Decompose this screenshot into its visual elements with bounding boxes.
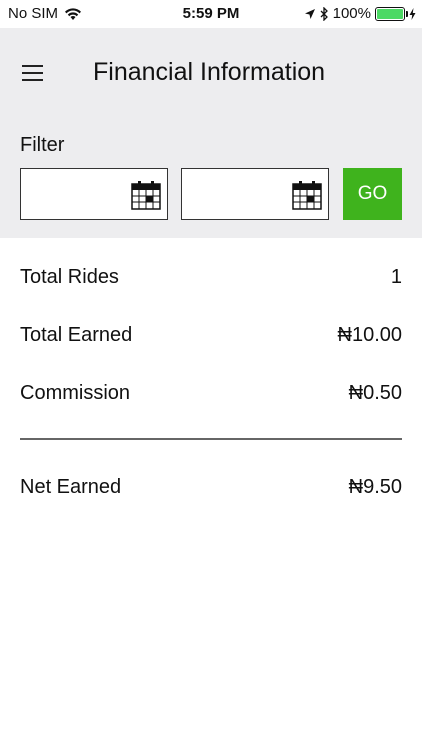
divider	[20, 438, 402, 440]
battery-percent: 100%	[332, 5, 371, 22]
net-value: ₦9.50	[348, 476, 402, 498]
to-date-input[interactable]	[186, 173, 290, 217]
bluetooth-icon	[320, 6, 328, 21]
summary-row-total-rides: Total Rides 1	[20, 238, 402, 296]
calendar-icon[interactable]	[131, 180, 161, 210]
summary-row-commission: Commission ₦0.50	[20, 354, 402, 412]
row-value: 1	[390, 266, 402, 288]
header: Financial Information Filter GO	[0, 28, 422, 238]
to-date-field[interactable]	[181, 168, 329, 220]
nav-bar: Financial Information	[0, 28, 422, 118]
calendar-icon[interactable]	[292, 180, 322, 210]
row-label: Total Earned	[20, 324, 133, 346]
charging-icon	[409, 7, 416, 20]
location-arrow-icon	[304, 8, 315, 19]
page-title: Financial Information	[93, 58, 326, 86]
battery-icon	[375, 6, 408, 21]
summary-list: Total Rides 1 Total Earned ₦10.00 Commis…	[20, 238, 402, 412]
row-label: Total Rides	[20, 266, 119, 288]
status-bar: No SIM 5:59 PM 100%	[0, 0, 422, 28]
row-label: Commission	[20, 382, 131, 404]
summary-row-net-earned: Net Earned ₦9.50	[20, 476, 402, 506]
filter-label: Filter	[20, 134, 65, 156]
row-value: ₦0.50	[348, 382, 402, 404]
from-date-input[interactable]	[25, 173, 129, 217]
go-button[interactable]: GO	[343, 168, 402, 220]
row-value: ₦10.00	[337, 324, 403, 346]
from-date-field[interactable]	[20, 168, 168, 220]
summary-row-total-earned: Total Earned ₦10.00	[20, 296, 402, 354]
net-label: Net Earned	[20, 476, 122, 498]
hamburger-menu-icon[interactable]	[20, 62, 46, 82]
